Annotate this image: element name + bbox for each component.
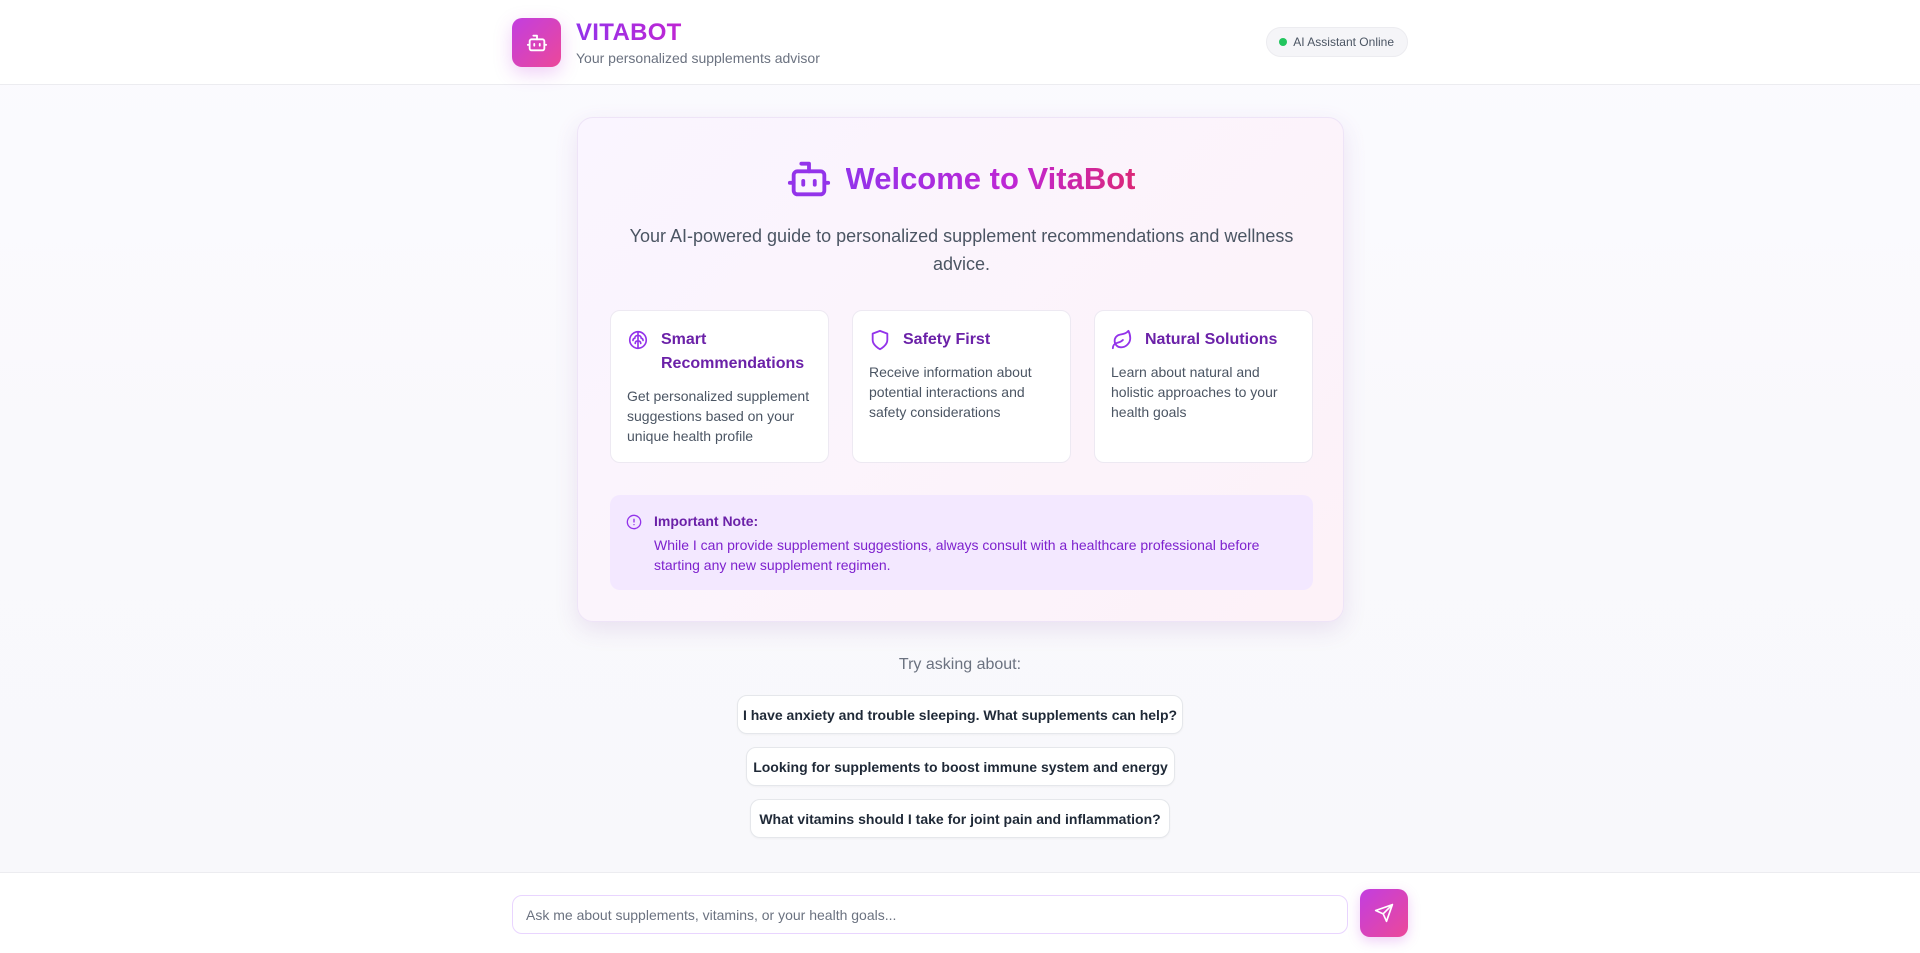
suggestion-button-immune-energy[interactable]: Looking for supplements to boost immune … — [746, 747, 1175, 786]
status-text: AI Assistant Online — [1293, 35, 1394, 49]
suggestions-label: Try asking about: — [898, 656, 1022, 673]
feature-title: Safety First — [903, 331, 991, 348]
bot-icon — [526, 34, 547, 51]
shield-icon — [871, 329, 889, 351]
welcome-title: Welcome to VitaBot — [845, 161, 1136, 196]
feature-description: Learn about natural and holistic approac… — [1111, 364, 1278, 420]
feature-card-safety-first: Safety First Receive information about p… — [852, 310, 1071, 463]
feature-description: Get personalized supplement suggestions … — [627, 388, 810, 444]
leaf-icon — [1111, 329, 1132, 350]
feature-card-natural-solutions: Natural Solutions Learn about natural an… — [1094, 310, 1313, 463]
app-header: VITABOT Your personalized supplements ad… — [0, 0, 1920, 85]
note-title: Important Note: — [654, 513, 759, 529]
send-icon — [1374, 903, 1394, 923]
welcome-heading: Welcome to VitaBot — [578, 156, 1343, 202]
status-badge: AI Assistant Online — [1266, 27, 1408, 57]
welcome-card: Welcome to VitaBot Your AI-powered guide… — [577, 117, 1344, 622]
feature-title: Natural Solutions — [1145, 331, 1278, 348]
app-title: VITABOT — [576, 19, 682, 46]
chat-input-bar — [0, 872, 1920, 953]
brain-icon — [628, 330, 648, 350]
app-subtitle: Your personalized supplements advisor — [576, 50, 820, 66]
online-indicator — [1279, 38, 1288, 46]
chat-input[interactable] — [512, 895, 1348, 934]
bot-icon — [787, 161, 830, 197]
note-body: While I can provide supplement suggestio… — [654, 537, 1260, 573]
feature-card-smart-recommendations: Smart Recommendations Get personalized s… — [610, 310, 829, 463]
feature-description: Receive information about potential inte… — [869, 364, 1032, 420]
info-icon — [626, 514, 642, 530]
feature-title: Smart Recommendations — [661, 331, 805, 372]
logo — [512, 18, 561, 67]
welcome-description: Your AI-powered guide to personalized su… — [629, 226, 1294, 274]
suggestion-button-anxiety-sleep[interactable]: I have anxiety and trouble sleeping. Wha… — [737, 695, 1183, 734]
important-note: Important Note: While I can provide supp… — [610, 495, 1313, 590]
send-button[interactable] — [1360, 889, 1408, 937]
suggestion-button-joint-pain[interactable]: What vitamins should I take for joint pa… — [750, 799, 1170, 838]
